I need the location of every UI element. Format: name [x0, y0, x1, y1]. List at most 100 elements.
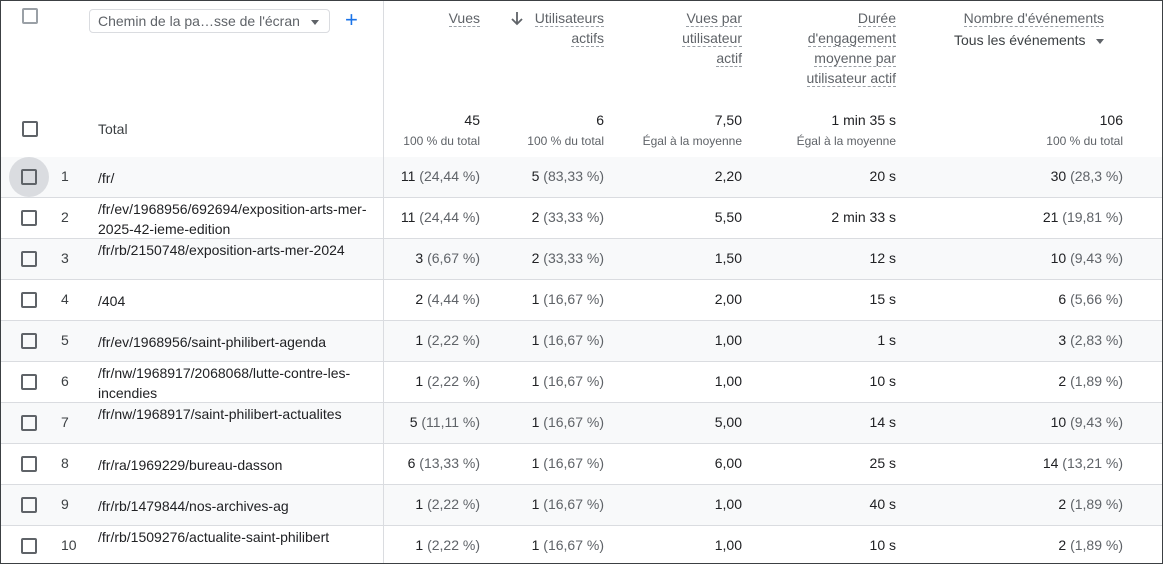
total-label: Total [98, 121, 128, 137]
dimension-selector[interactable]: Chemin de la pa…sse de l'écran [89, 9, 330, 33]
total-utilisateurs-sub: 100 % du total [527, 134, 604, 148]
cell-vues: 11 (24,44 %) [400, 168, 480, 184]
row-path-link[interactable]: /fr/ev/1968956/692694/exposition-arts-me… [98, 199, 373, 239]
cell-utilisateurs: 1 (16,67 %) [531, 496, 604, 512]
table-row[interactable]: 5/fr/ev/1968956/saint-philibert-agenda 1 … [1, 321, 1162, 362]
cell-duree: 14 s [869, 414, 896, 430]
row-path-link[interactable]: /fr/ev/1968956/saint-philibert-agenda [98, 332, 373, 352]
cell-duree: 25 s [869, 455, 896, 471]
row-number: 5 [61, 332, 69, 348]
cell-evenements: 14 (13,21 %) [1042, 455, 1123, 471]
cell-evenements: 2 (1,89 %) [1058, 496, 1123, 512]
dropdown-caret-icon [1095, 38, 1104, 44]
cell-vues: 1 (2,22 %) [415, 496, 480, 512]
row-checkbox[interactable] [21, 415, 37, 431]
row-path-link[interactable]: /fr/rb/1479844/nos-archives-ag [98, 496, 373, 516]
cell-evenements: 2 (1,89 %) [1058, 537, 1123, 553]
event-filter-select[interactable]: Tous les événements [954, 32, 1104, 48]
row-checkbox-wrapper [9, 321, 49, 361]
cell-vues: 5 (11,11 %) [409, 414, 480, 430]
cell-vues-par-utilisateur: 1,50 [714, 250, 742, 266]
row-path-link[interactable]: /fr/ [98, 168, 373, 188]
table-row[interactable]: 7/fr/nw/1968917/saint-philibert-actualit… [1, 403, 1162, 444]
row-path-link[interactable]: /404 [98, 291, 373, 311]
row-number: 8 [61, 455, 69, 471]
row-path-link[interactable]: /fr/nw/1968917/2068068/lutte-contre-les-… [98, 363, 373, 403]
cell-vues-par-utilisateur: 2,20 [714, 168, 742, 184]
row-checkbox[interactable] [21, 210, 37, 226]
col-header-nombre-evenements[interactable]: Nombre d'événements [963, 8, 1104, 28]
cell-duree: 2 min 33 s [831, 209, 896, 225]
table-row[interactable]: 3/fr/rb/2150748/exposition-arts-mer-2024… [1, 239, 1162, 280]
col-header-vues-par-utilisateur[interactable]: Vues par utilisateur actif [682, 8, 742, 68]
cell-utilisateurs: 5 (83,33 %) [531, 168, 604, 184]
cell-vues-par-utilisateur: 1,00 [714, 332, 742, 348]
cell-vues-par-utilisateur: 2,00 [714, 291, 742, 307]
table-row[interactable]: 2/fr/ev/1968956/692694/exposition-arts-m… [1, 198, 1162, 239]
table-row[interactable]: 8/fr/ra/1969229/bureau-dasson 6 (13,33 %)… [1, 444, 1162, 485]
row-number: 1 [61, 168, 69, 184]
table-row[interactable]: 4/404 2 (4,44 %) 1 (16,67 %) 2,00 15 s 6 (5,6… [1, 280, 1162, 321]
col-header-vues[interactable]: Vues [448, 8, 480, 28]
cell-utilisateurs: 2 (33,33 %) [531, 250, 604, 266]
row-number: 3 [61, 250, 69, 266]
col-header-duree-engagement[interactable]: Durée d'engagement moyenne par utilisate… [806, 8, 896, 88]
cell-vues: 2 (4,44 %) [415, 291, 480, 307]
table-header: Chemin de la pa…sse de l'écran + Vues Ut… [1, 1, 1162, 158]
cell-vues-par-utilisateur: 1,00 [714, 496, 742, 512]
row-checkbox-wrapper [9, 485, 49, 525]
row-checkbox[interactable] [21, 497, 37, 513]
row-checkbox[interactable] [21, 169, 37, 185]
row-checkbox[interactable] [21, 538, 37, 554]
add-dimension-icon[interactable]: + [345, 8, 358, 32]
row-checkbox-wrapper [9, 239, 49, 279]
cell-utilisateurs: 2 (33,33 %) [531, 209, 604, 225]
cell-evenements: 10 (9,43 %) [1050, 414, 1123, 430]
row-number: 2 [61, 209, 69, 225]
dimension-label: Chemin de la pa…sse de l'écran [98, 13, 300, 29]
total-utilisateurs: 6 [596, 112, 604, 128]
total-evenements: 106 [1099, 112, 1123, 128]
row-path-link[interactable]: /fr/nw/1968917/saint-philibert-actualite… [98, 404, 373, 424]
table-row[interactable]: 9/fr/rb/1479844/nos-archives-ag 1 (2,22 %… [1, 485, 1162, 526]
cell-utilisateurs: 1 (16,67 %) [531, 537, 604, 553]
cell-evenements: 2 (1,89 %) [1058, 373, 1123, 389]
sort-desc-arrow-icon [511, 12, 523, 26]
cell-duree: 10 s [869, 373, 896, 389]
cell-vues-par-utilisateur: 1,00 [714, 537, 742, 553]
cell-vues-par-utilisateur: 5,00 [714, 414, 742, 430]
row-path-link[interactable]: /fr/ra/1969229/bureau-dasson [98, 455, 373, 475]
total-vues-sub: 100 % du total [403, 134, 480, 148]
table-row[interactable]: 10/fr/rb/1509276/actualite-saint-philibe… [1, 526, 1162, 563]
row-checkbox[interactable] [21, 374, 37, 390]
row-path-link[interactable]: /fr/rb/2150748/exposition-arts-mer-2024 [98, 240, 373, 260]
select-all-checkbox-top[interactable] [22, 8, 38, 24]
col-header-utilisateurs-actifs[interactable]: Utilisateurs actifs [534, 8, 604, 48]
row-checkbox[interactable] [21, 251, 37, 267]
row-checkbox-wrapper [9, 444, 49, 484]
row-checkbox[interactable] [21, 456, 37, 472]
row-number: 6 [61, 373, 69, 389]
cell-vues: 1 (2,22 %) [415, 537, 480, 553]
row-checkbox-wrapper [9, 526, 49, 563]
row-checkbox[interactable] [21, 333, 37, 349]
table-row[interactable]: 1/fr/11 (24,44 %) 5 (83,33 %) 2,20 20 s 30 (… [1, 157, 1162, 198]
cell-utilisateurs: 1 (16,67 %) [531, 332, 604, 348]
total-evenements-sub: 100 % du total [1046, 134, 1123, 148]
row-number: 4 [61, 291, 69, 307]
total-vues-par-utilisateur: 7,50 [714, 112, 742, 128]
cell-utilisateurs: 1 (16,67 %) [531, 414, 604, 430]
select-all-checkbox[interactable] [22, 121, 38, 137]
total-duree: 1 min 35 s [831, 112, 896, 128]
cell-duree: 10 s [869, 537, 896, 553]
cell-duree: 12 s [869, 250, 896, 266]
cell-duree: 1 s [877, 332, 896, 348]
cell-vues-par-utilisateur: 5,50 [714, 209, 742, 225]
row-checkbox[interactable] [21, 292, 37, 308]
cell-utilisateurs: 1 (16,67 %) [531, 455, 604, 471]
cell-utilisateurs: 1 (16,67 %) [531, 291, 604, 307]
cell-vues-par-utilisateur: 6,00 [714, 455, 742, 471]
total-vues: 45 [464, 112, 480, 128]
table-row[interactable]: 6/fr/nw/1968917/2068068/lutte-contre-les… [1, 362, 1162, 403]
row-path-link[interactable]: /fr/rb/1509276/actualite-saint-philibert [98, 527, 373, 547]
